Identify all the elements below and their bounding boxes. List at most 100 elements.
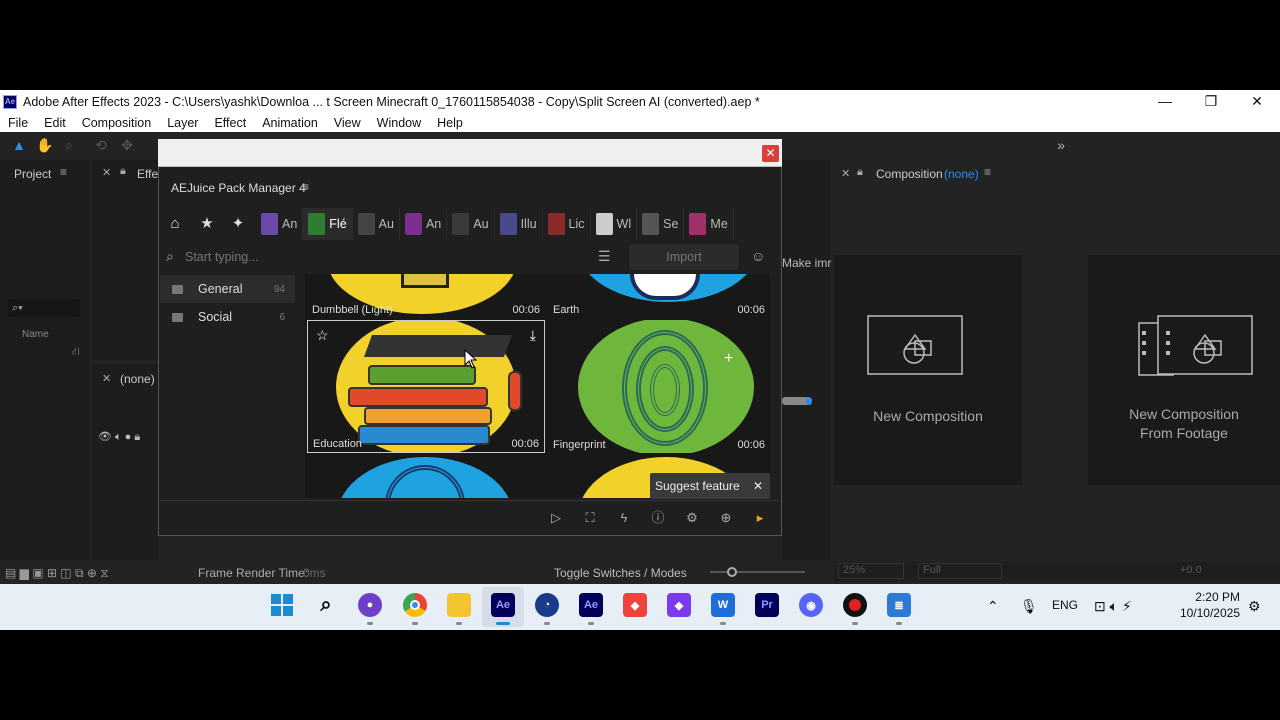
user-account-icon[interactable]: ☺ [751,248,765,264]
minimize-button[interactable]: — [1142,90,1188,113]
notepad-icon[interactable]: ≣ [887,593,911,617]
windows-start-icon[interactable] [270,593,294,617]
tile-earth[interactable]: Earth 00:06 [548,274,770,318]
aejuice-logo-icon[interactable]: ▸ [751,509,769,527]
search-input[interactable] [185,249,585,265]
effects-tab[interactable]: Effe [137,167,158,181]
maximize-button[interactable]: ❐ [1188,90,1234,113]
menu-layer[interactable]: Layer [159,116,206,130]
timeline-slider-handle[interactable] [806,397,812,405]
menu-view[interactable]: View [326,116,369,130]
settings-gear-icon[interactable]: ⚙ [683,509,701,527]
discord-icon[interactable]: ◉ [799,593,823,617]
pack-tab-7[interactable]: Lic [543,208,591,240]
zoom-tool-icon[interactable]: ⌕ [60,136,78,154]
menu-edit[interactable]: Edit [36,116,74,130]
grid-scrollbar[interactable] [772,274,778,498]
github-icon[interactable]: ● [358,593,382,617]
composition-lock-icon[interactable]: 🔒︎ [857,166,863,179]
dialog-menu-icon[interactable]: ≡ [302,180,309,194]
composition-menu-icon[interactable]: ≡ [984,165,991,179]
ai-sparkle-icon[interactable]: ✦ [225,208,251,240]
favorites-star-icon[interactable]: ★ [194,208,220,240]
import-button[interactable]: Import [629,244,739,270]
menu-window[interactable]: Window [369,116,429,130]
microphone-icon[interactable]: 🎙︎ [1020,598,1038,615]
premiere-icon[interactable]: Pr [755,593,779,617]
clock-time[interactable]: 2:20 PM [1170,590,1240,604]
project-menu-icon[interactable]: ≡ [60,165,67,179]
menu-animation[interactable]: Animation [254,116,326,130]
close-timeline-icon[interactable]: ✕ [102,372,111,385]
layer-switches-icon[interactable]: 👁︎ 🔈︎ ● 🔒︎ [98,430,140,444]
network-icon[interactable]: ⊡ 🔈︎ ⚡︎ [1094,598,1132,615]
selection-tool-icon[interactable]: ▲ [10,136,28,154]
help-icon[interactable]: ⓘ [649,509,667,527]
timeline-tab[interactable]: (none) [120,372,155,386]
hand-tool-icon[interactable]: ✋ [36,136,54,154]
clock-app-icon[interactable]: ◔ [535,593,559,617]
chrome-icon[interactable] [403,593,427,617]
menu-file[interactable]: File [0,116,36,130]
preview-icon[interactable]: ▷ [547,509,565,527]
file-explorer-icon[interactable] [447,593,471,617]
category-social[interactable]: Social 6 [160,303,295,331]
download-circle-icon[interactable]: ⊕ [717,509,735,527]
close-composition-icon[interactable]: ✕ [841,167,850,180]
obsidian-icon[interactable]: ◆ [667,593,691,617]
download-icon[interactable]: ⤓ [530,327,536,344]
menu-help[interactable]: Help [429,116,471,130]
filter-sliders-icon[interactable]: ☰ [598,248,611,265]
home-icon[interactable]: ⌂ [162,208,188,240]
pack-tab-2[interactable]: Flé [303,208,353,240]
dialog-titlebar[interactable] [158,139,782,167]
language-indicator[interactable]: ENG [1052,598,1078,612]
pack-tab-8[interactable]: Wl [591,208,638,240]
tile-row3-left[interactable] [307,455,545,498]
exposure-value[interactable]: +0.0 [1180,564,1202,576]
name-column-header[interactable]: Name [22,329,49,340]
zoom-slider-handle[interactable] [727,567,737,577]
expand-toolbar-icon[interactable]: » [1052,136,1070,154]
show-hidden-icons-icon[interactable]: ⌃ [987,598,999,615]
toggle-switches-modes-button[interactable]: Toggle Switches / Modes [554,566,687,580]
anydesk-icon[interactable]: ◆ [623,593,647,617]
clock-date[interactable]: 10/10/2025 [1166,606,1240,620]
search-taskbar-icon[interactable]: ⌕ [314,593,338,617]
crop-icon[interactable]: ⛶ [581,509,599,527]
tile-education[interactable]: ☆ ⤓ Education 00:06 [307,320,545,453]
pack-tab-4[interactable]: An [400,208,448,240]
notifications-icon[interactable]: ⚙︎ [1248,598,1261,615]
wps-icon[interactable]: W [711,593,735,617]
favorite-star-icon[interactable]: ☆ [316,327,329,344]
suggest-feature-toast[interactable]: Suggest feature ✕ [650,473,770,499]
project-tab[interactable]: Project [14,167,51,181]
pack-tab-9[interactable]: Se [637,208,685,240]
quality-select[interactable]: Full [918,563,1002,579]
status-icons[interactable]: ▤ ▆ ▣ ⊞ ◫ ⧉ ⊕ ⧖ [5,566,109,581]
obs-record-icon[interactable] [843,593,867,617]
project-search-icon[interactable]: ⌕▾ [8,299,80,317]
camera-tool-icon[interactable]: ✥ [118,136,136,154]
close-window-button[interactable]: ✕ [1234,90,1280,113]
flowchart-icon[interactable]: ⛙ [72,346,80,360]
after-effects-2-icon[interactable]: Ae [579,593,603,617]
new-composition-card[interactable]: New Composition [834,255,1022,485]
pack-tab-3[interactable]: Au [353,208,400,240]
zoom-select[interactable]: 25% [838,563,904,579]
pack-tab-6[interactable]: Illu [495,208,543,240]
pack-tab-10[interactable]: Me [684,208,734,240]
close-effects-icon[interactable]: ✕ [102,166,111,179]
menu-composition[interactable]: Composition [74,116,159,130]
dialog-close-button[interactable]: ✕ [762,145,779,162]
tile-fingerprint[interactable]: + Fingerprint 00:06 [548,320,770,453]
pack-tab-1[interactable]: An [256,208,304,240]
new-composition-from-footage-card[interactable]: New Composition From Footage [1088,255,1280,485]
category-general[interactable]: General 94 [160,275,295,303]
after-effects-taskbar-icon[interactable]: Ae [491,593,515,617]
pack-tab-5[interactable]: Au [447,208,495,240]
composition-tab-label[interactable]: Composition [876,167,943,181]
rotate-tool-icon[interactable]: ⟲ [92,136,110,154]
menu-effect[interactable]: Effect [206,116,254,130]
lock-icon[interactable]: 🔒︎ [120,165,126,178]
